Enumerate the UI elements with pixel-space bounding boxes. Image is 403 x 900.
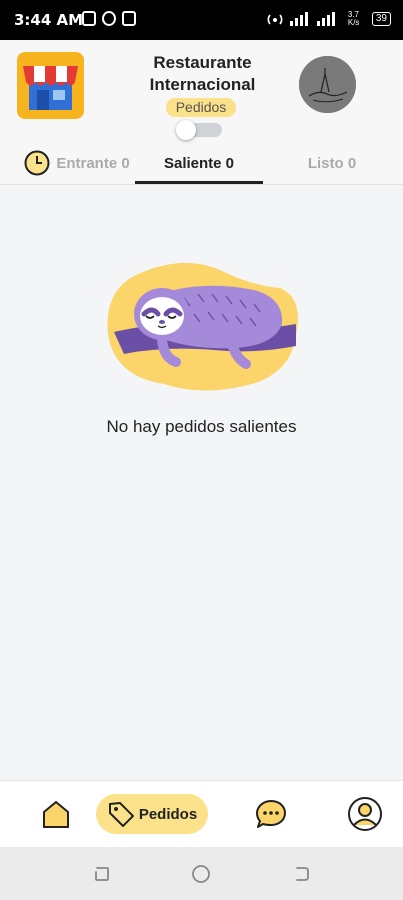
notification-icon [82,11,96,26]
restaurant-avatar[interactable] [299,56,356,113]
tab-incoming[interactable]: Entrante 0 [18,143,136,183]
tag-icon [108,802,134,827]
system-home-icon[interactable] [191,864,211,884]
signal-icon [289,12,335,26]
system-nav-bar [0,847,403,900]
tab-outgoing[interactable]: Saliente 0 [135,143,263,183]
tab-ready[interactable]: Listo 0 [268,143,396,183]
mode-badge: Pedidos [166,98,236,117]
recent-apps-icon[interactable] [92,864,112,884]
empty-state-message: No hay pedidos salientes [106,417,297,436]
tab-ready-label: Listo 0 [307,154,357,172]
tabs-divider [0,184,403,185]
status-right: 3.7 K/s 39 [266,11,391,27]
facebook-icon [102,11,116,26]
availability-toggle[interactable] [176,120,222,140]
notification-icon [122,11,136,26]
nav-pedidos-button[interactable]: Pedidos [96,794,208,834]
chat-icon[interactable] [254,798,288,830]
profile-icon[interactable] [347,796,383,832]
network-speed: 3.7 K/s [347,10,360,27]
battery-icon: 39 [371,12,391,26]
notification-icons [82,11,136,26]
tab-outgoing-label: Saliente 0 [163,154,235,172]
restaurant-title: Restaurante Internacional [149,53,256,94]
bottom-nav: Pedidos [0,780,403,847]
tab-incoming-label: Entrante 0 [56,154,130,172]
home-icon[interactable] [40,798,72,830]
back-icon[interactable] [292,864,312,884]
status-bar: 3:44 AM 3.7 K/s 39 [0,0,403,40]
store-logo-icon[interactable] [17,52,84,119]
app-header: Restaurante Internacional Pedidos Entran… [0,40,403,185]
hotspot-icon [267,14,283,25]
sleeping-sloth-illustration [107,262,298,391]
nav-pedidos-label: Pedidos [138,805,198,823]
toggle-knob [176,120,196,140]
status-time: 3:44 AM [14,11,84,29]
clock-icon [24,150,50,176]
